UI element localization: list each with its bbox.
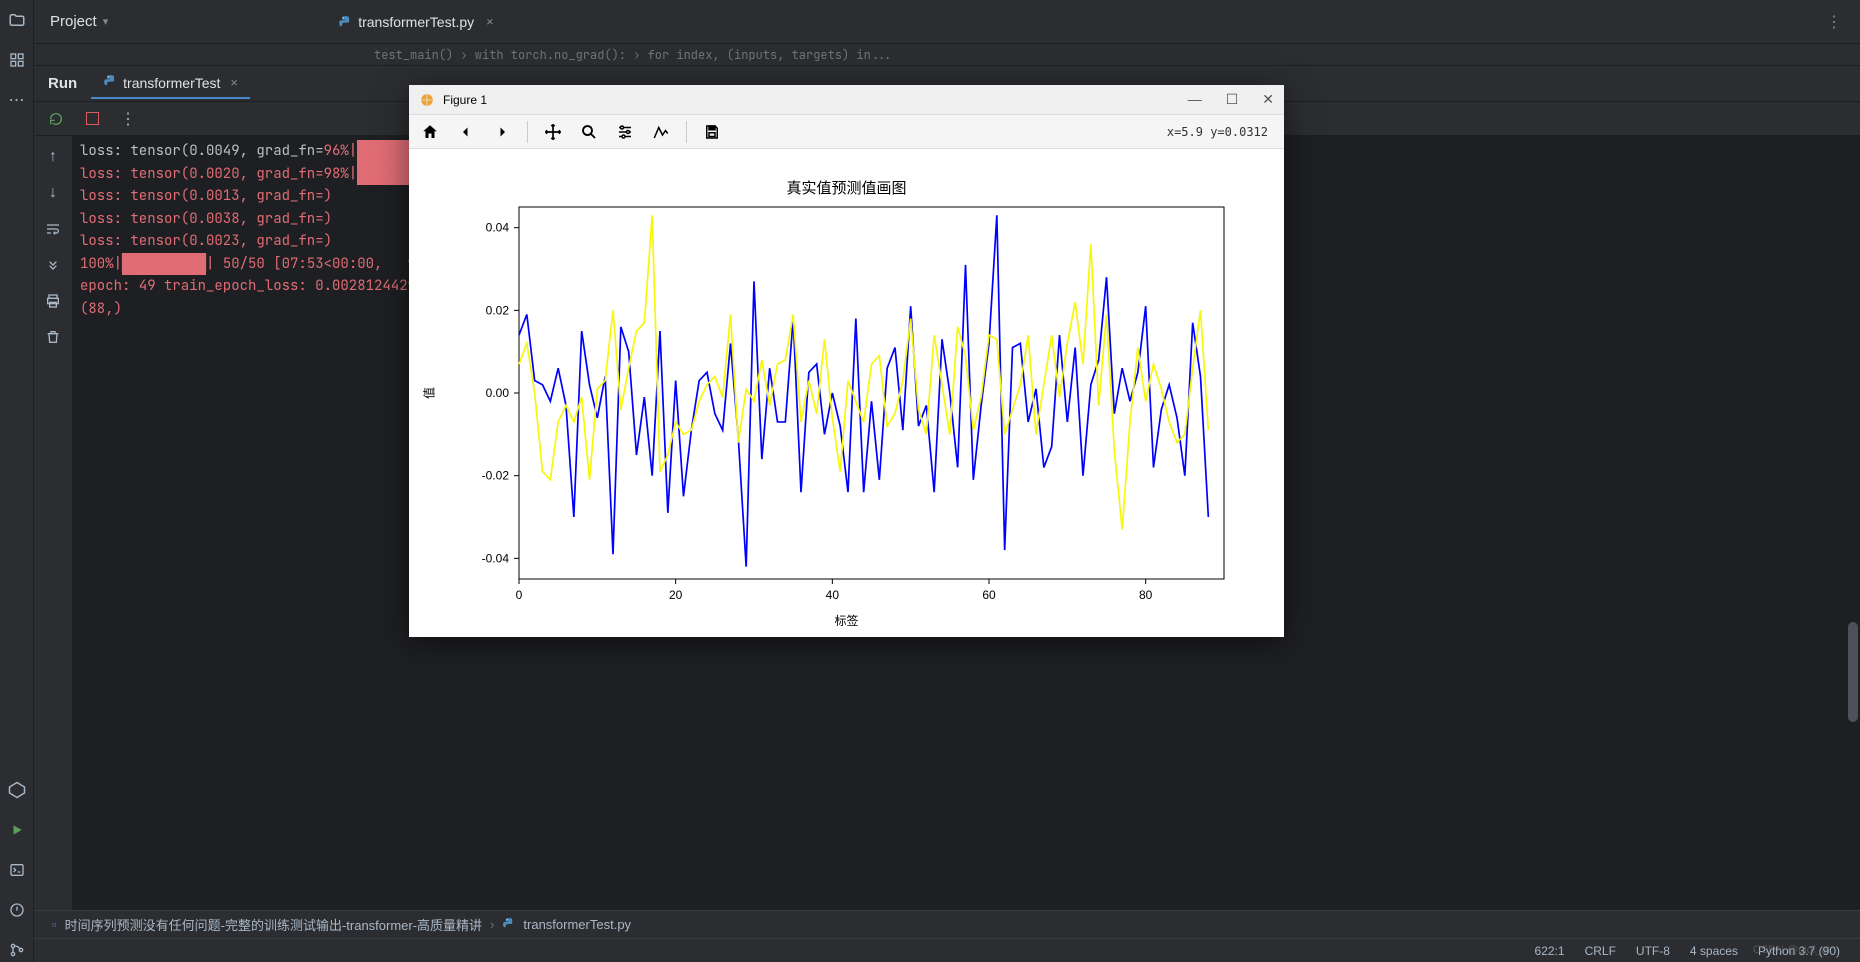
pan-icon[interactable] [542,121,564,143]
python-file-icon [338,15,352,29]
python-file-icon [502,917,515,933]
svg-text:0.00: 0.00 [486,386,510,400]
svg-text:0.04: 0.04 [486,221,510,235]
home-icon[interactable] [419,121,441,143]
close-icon[interactable]: ✕ [1262,91,1274,108]
svg-text:60: 60 [982,588,996,602]
scrollbar-thumb[interactable] [1848,622,1858,722]
project-label: Project [50,13,97,30]
stop-icon[interactable] [82,109,102,129]
structure-tool-icon[interactable] [5,48,29,72]
editor-tab[interactable]: transformerTest.py × [324,6,508,38]
python-file-icon [103,74,117,91]
run-more-icon[interactable]: ⋮ [118,109,138,129]
top-bar: Project ▾ transformerTest.py × ⋮ [34,0,1860,44]
maximize-icon[interactable]: ☐ [1226,91,1239,108]
scroll-down-icon[interactable]: ↓ [42,182,64,204]
vcs-tool-icon[interactable] [5,938,29,962]
mpl-canvas[interactable]: 真实值预测值画图 标签 值 020406080-0.04-0.020.000.0… [409,149,1284,637]
matplotlib-figure-window[interactable]: Figure 1 — ☐ ✕ x=5.9 y=0.0312 真实值预测值画图 标… [409,85,1284,637]
status-bar: 622:1 CRLF UTF-8 4 spaces Python 3.7 (90… [34,938,1860,962]
mpl-toolbar: x=5.9 y=0.0312 [409,115,1284,149]
terminal-tool-icon[interactable] [5,858,29,882]
caret-position[interactable]: 622:1 [1535,944,1565,958]
svg-text:-0.02: -0.02 [482,469,510,483]
editor-crumb: test_main() › with torch.no_grad(): › fo… [34,44,1860,66]
run-config-label: transformerTest [123,75,220,91]
project-dropdown[interactable]: Project ▾ [34,13,124,30]
crumb-text: test_main() › with torch.no_grad(): › fo… [374,47,892,63]
zoom-icon[interactable] [578,121,600,143]
indent-config[interactable]: 4 spaces [1690,944,1738,958]
editor-tab-label: transformerTest.py [358,14,474,30]
print-icon[interactable] [42,290,64,312]
close-run-tab-icon[interactable]: × [230,75,238,90]
chevron-down-icon: ▾ [103,15,109,28]
console-side-toolbar: ↑ ↓ [34,136,72,910]
editor-more-icon[interactable]: ⋮ [1826,12,1860,32]
run-tool-icon[interactable] [5,818,29,842]
rerun-icon[interactable] [46,109,66,129]
svg-text:20: 20 [669,588,683,602]
trash-icon[interactable] [42,326,64,348]
breadcrumb-separator: › [490,917,494,932]
run-panel-label: Run [48,75,77,92]
svg-text:0: 0 [516,588,523,602]
figure-titlebar[interactable]: Figure 1 — ☐ ✕ [409,85,1284,115]
breadcrumb-part2: transformerTest.py [523,917,631,932]
navigation-bar[interactable]: ▫ 时间序列预测没有任何问题-完整的训练测试输出-transformer-高质量… [34,910,1860,938]
back-icon[interactable] [455,121,477,143]
project-tool-icon[interactable] [5,8,29,32]
line-separator[interactable]: CRLF [1585,944,1616,958]
left-tool-rail: ⋯ [0,0,34,962]
soft-wrap-icon[interactable] [42,218,64,240]
configure-icon[interactable] [614,121,636,143]
breadcrumb-part1: 时间序列预测没有任何问题-完整的训练测试输出-transformer-高质量精讲 [65,915,482,934]
svg-text:-0.04: -0.04 [482,551,510,565]
mpl-app-icon [419,92,435,108]
scrollbar[interactable] [1848,140,1858,902]
watermark: CSDN @qiqi_ai [1753,944,1830,956]
edit-axis-icon[interactable] [650,121,672,143]
scroll-to-end-icon[interactable] [42,254,64,276]
problems-tool-icon[interactable] [5,898,29,922]
cursor-coordinates: x=5.9 y=0.0312 [1167,125,1274,139]
more-tool-icon[interactable]: ⋯ [5,88,29,112]
save-icon[interactable] [701,121,723,143]
figure-title: Figure 1 [443,93,487,107]
minimize-icon[interactable]: — [1188,91,1202,108]
scroll-up-icon[interactable]: ↑ [42,146,64,168]
file-encoding[interactable]: UTF-8 [1636,944,1670,958]
svg-text:40: 40 [826,588,840,602]
svg-text:0.02: 0.02 [486,303,510,317]
chart-plot: 0 20 40 60 80 -0.04 -0.02 0.00 0.02 0.04 [409,149,1284,637]
svg-text:80: 80 [1139,588,1153,602]
close-tab-icon[interactable]: × [486,14,494,29]
run-config-tab[interactable]: transformerTest × [91,68,250,99]
python-console-icon[interactable] [5,778,29,802]
forward-icon[interactable] [491,121,513,143]
